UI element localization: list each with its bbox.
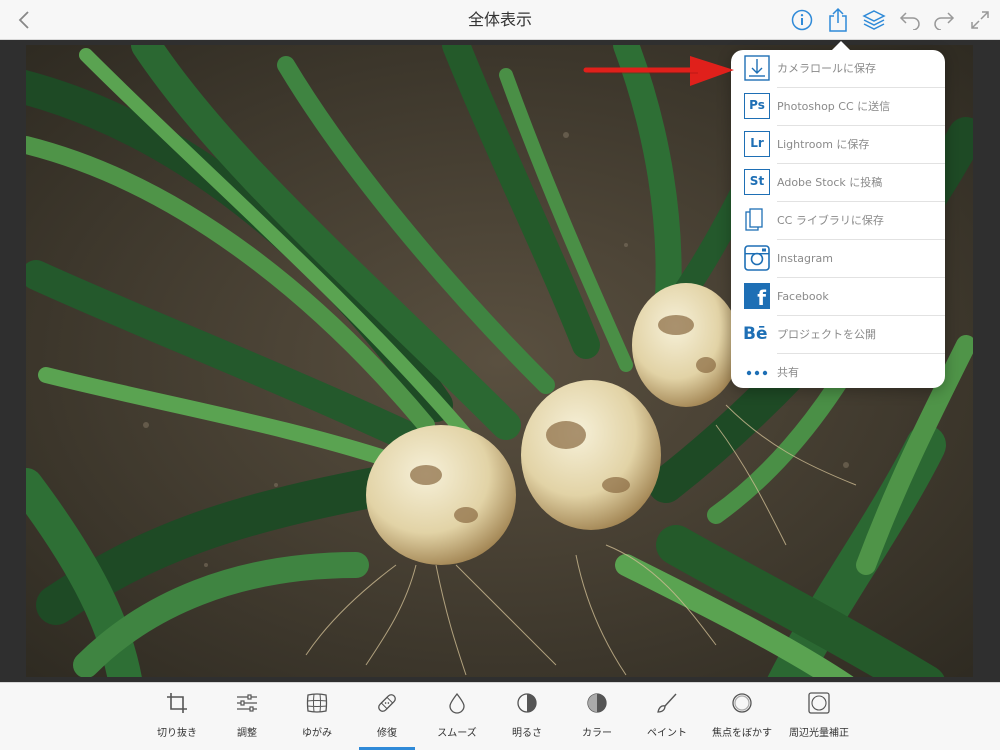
camera-roll-download-icon: [744, 55, 770, 81]
share-item-behance[interactable]: Bē プロジェクトを公開: [731, 316, 945, 354]
share-item-camera-roll[interactable]: カメラロールに保存: [731, 50, 945, 88]
redo-icon[interactable]: [930, 6, 958, 34]
share-item-label: CC ライブラリに保存: [777, 214, 884, 227]
half-circle-icon: [516, 692, 538, 714]
share-item-cc-libraries[interactable]: CC ライブラリに保存: [731, 202, 945, 240]
facebook-glyph: f: [744, 283, 770, 310]
brush-icon: [656, 692, 678, 714]
share-item-more[interactable]: 共有: [731, 354, 945, 392]
share-item-facebook[interactable]: f Facebook: [731, 278, 945, 316]
photoshop-glyph: Ps: [744, 93, 770, 119]
share-item-label: カメラロールに保存: [777, 62, 876, 75]
tool-label: カラー: [582, 728, 612, 739]
tool-label: スムーズ: [437, 728, 477, 739]
lightroom-icon: Lr: [744, 131, 770, 157]
photoshop-icon: Ps: [744, 93, 770, 119]
vignette-icon: [808, 692, 830, 714]
share-item-instagram[interactable]: Instagram: [731, 240, 945, 278]
behance-glyph: Bē: [743, 324, 768, 344]
share-item-label: 共有: [777, 366, 799, 379]
tool-heal[interactable]: 修復: [354, 683, 420, 750]
tool-focus-blur[interactable]: 焦点をぼかす: [709, 683, 775, 750]
fullscreen-icon[interactable]: [966, 6, 994, 34]
back-chevron-icon[interactable]: [10, 6, 38, 34]
tool-label: 調整: [237, 728, 257, 739]
drop-icon: [446, 692, 468, 714]
lightroom-glyph: Lr: [744, 131, 770, 157]
tool-crop[interactable]: 切り抜き: [144, 683, 210, 750]
share-item-photoshop[interactable]: Ps Photoshop CC に送信: [731, 88, 945, 126]
bandage-icon: [376, 692, 398, 714]
tool-paint[interactable]: ペイント: [634, 683, 700, 750]
tool-smooth[interactable]: スムーズ: [424, 683, 490, 750]
share-item-label: Lightroom に保存: [777, 138, 870, 151]
tool-label: 焦点をぼかす: [712, 728, 772, 739]
tool-color[interactable]: カラー: [564, 683, 630, 750]
tool-vignette[interactable]: 周辺光量補正: [786, 683, 852, 750]
cc-libraries-icon: [744, 207, 770, 233]
adobe-stock-icon: St: [744, 169, 770, 195]
tool-adjust[interactable]: 調整: [214, 683, 280, 750]
info-icon[interactable]: [788, 6, 816, 34]
share-item-label: Photoshop CC に送信: [777, 100, 891, 113]
crop-icon: [166, 692, 188, 714]
annotation-arrow: [580, 52, 740, 96]
tool-label: 明るさ: [512, 728, 542, 739]
bottom-toolbar: 切り抜き 調整 ゆがみ 修復 スムーズ 明るさ カラー ペイント 焦点をぼかす …: [0, 682, 1000, 750]
share-item-lightroom[interactable]: Lr Lightroom に保存: [731, 126, 945, 164]
share-menu: カメラロールに保存 Ps Photoshop CC に送信 Lr Lightro…: [731, 41, 945, 388]
tool-label: 周辺光量補正: [789, 728, 849, 739]
tool-label: 修復: [377, 728, 397, 739]
app-window: 全体表示 カメラロールに保存 Ps Photoshop CC に送信 Lr Li…: [0, 0, 1000, 750]
behance-icon: Bē: [743, 321, 770, 347]
share-item-label: Adobe Stock に投稿: [777, 176, 883, 189]
sliders-icon: [236, 692, 258, 714]
adobe-stock-glyph: St: [744, 169, 770, 195]
tool-label: ゆがみ: [302, 728, 332, 739]
share-item-adobe-stock[interactable]: St Adobe Stock に投稿: [731, 164, 945, 202]
top-bar: 全体表示: [0, 0, 1000, 40]
share-item-label: プロジェクトを公開: [777, 328, 876, 341]
undo-icon[interactable]: [896, 6, 924, 34]
tool-brightness[interactable]: 明るさ: [494, 683, 560, 750]
tool-label: 切り抜き: [157, 728, 197, 739]
instagram-icon: [744, 245, 770, 271]
color-circle-icon: [586, 692, 608, 714]
facebook-icon: f: [744, 283, 770, 310]
share-item-label: Instagram: [777, 252, 833, 265]
tool-label: ペイント: [647, 728, 687, 739]
warp-grid-icon: [306, 692, 328, 714]
tool-warp[interactable]: ゆがみ: [284, 683, 350, 750]
share-item-label: Facebook: [777, 290, 829, 303]
focus-circle-icon: [731, 692, 753, 714]
more-dots-icon: [744, 359, 770, 385]
layers-icon[interactable]: [860, 6, 888, 34]
share-icon[interactable]: [824, 6, 852, 34]
